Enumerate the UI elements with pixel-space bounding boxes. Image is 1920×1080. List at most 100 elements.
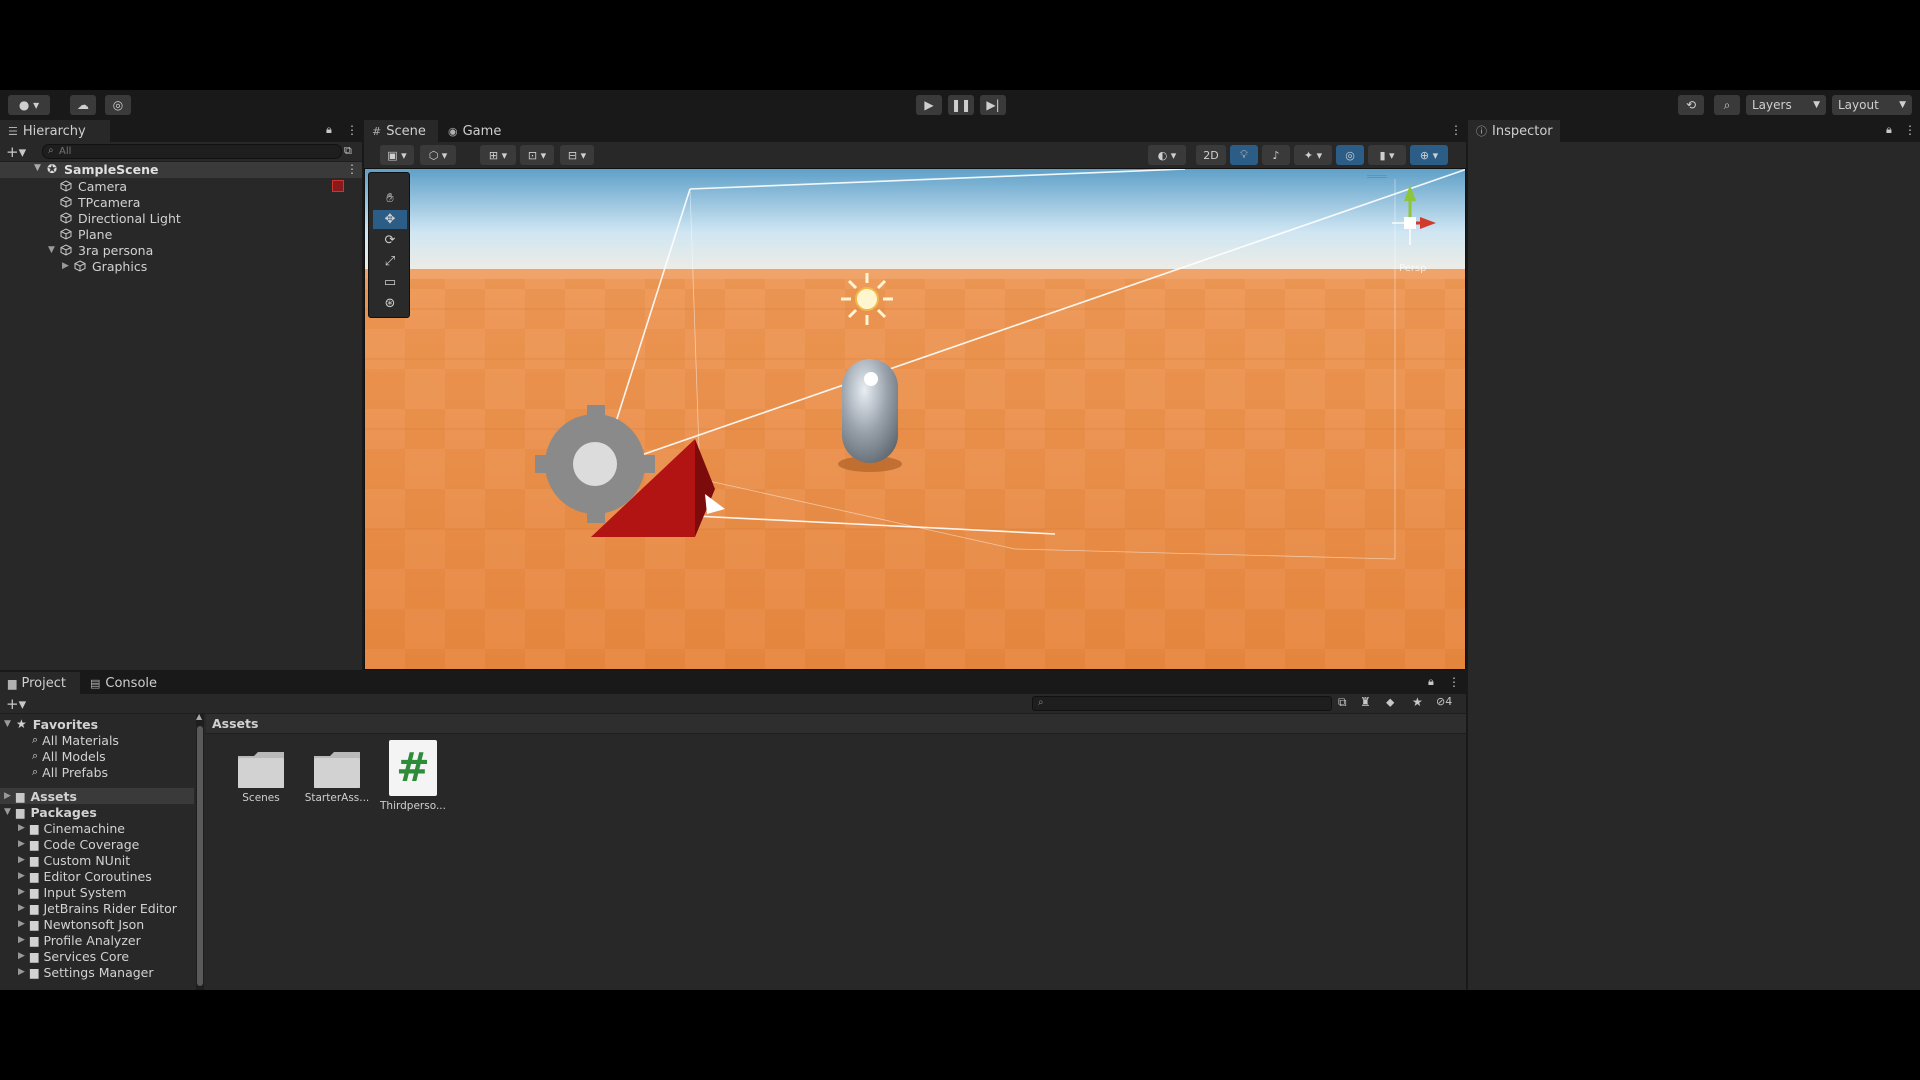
- visibility-toggle[interactable]: ◎: [1336, 145, 1364, 165]
- overlay-drag-handle[interactable]: [1367, 175, 1387, 178]
- collapse-arrow-icon[interactable]: ▶: [18, 951, 30, 961]
- expand-arrow-icon[interactable]: ▼: [34, 163, 41, 173]
- breadcrumb[interactable]: Assets: [212, 716, 258, 731]
- lock-icon[interactable]: 🔒︎: [1886, 123, 1892, 137]
- layers-dropdown[interactable]: Layers ▼: [1746, 95, 1826, 115]
- hidden-packages-toggle[interactable]: ⊘4: [1436, 695, 1452, 708]
- snap-increment-dropdown[interactable]: ⊡ ▾: [520, 145, 554, 165]
- tab-project[interactable]: ▆ Project: [0, 672, 80, 694]
- package-item[interactable]: ▶ ▆ Code Coverage: [18, 836, 139, 852]
- collapse-arrow-icon[interactable]: ▶: [4, 791, 16, 801]
- hierarchy-item-graphics[interactable]: ▶ Graphics: [62, 258, 147, 274]
- collapse-arrow-icon[interactable]: ▶: [18, 887, 30, 897]
- search-filter-icon[interactable]: ⧉: [1338, 695, 1347, 710]
- move-tool[interactable]: ✥: [373, 210, 407, 229]
- tab-hierarchy[interactable]: ☰ Hierarchy: [0, 120, 110, 142]
- package-item[interactable]: ▶ ▆ Settings Manager: [18, 964, 154, 980]
- favorites-row[interactable]: ▼ ★ Favorites: [4, 716, 98, 732]
- scale-tool[interactable]: ⤢: [373, 252, 407, 271]
- hierarchy-item-tpcamera[interactable]: TPcamera: [60, 194, 140, 210]
- hierarchy-item-3ra-persona[interactable]: ▼ 3ra persona: [48, 242, 153, 258]
- asset-item-starterassets[interactable]: StarterAss...: [302, 748, 372, 804]
- camera-settings-dropdown[interactable]: ▮ ▾: [1368, 145, 1406, 165]
- collapse-arrow-icon[interactable]: ▶: [18, 967, 30, 977]
- hand-tool[interactable]: ✋︎: [373, 189, 407, 208]
- layout-dropdown[interactable]: Layout ▼: [1832, 95, 1912, 115]
- lock-icon[interactable]: 🔒︎: [1428, 675, 1434, 689]
- favorite-all-prefabs[interactable]: ⌕ All Prefabs: [32, 764, 108, 780]
- hierarchy-search-input[interactable]: [59, 145, 319, 158]
- rotate-tool[interactable]: ⟳: [373, 231, 407, 250]
- rect-tool[interactable]: ▭: [373, 273, 407, 292]
- favorite-all-materials[interactable]: ⌕ All Materials: [32, 732, 119, 748]
- draw-mode-dropdown[interactable]: ▣ ▾: [380, 145, 414, 165]
- package-item[interactable]: ▶ ▆ Cinemachine: [18, 820, 125, 836]
- effects-dropdown[interactable]: ✦ ▾: [1294, 145, 1332, 165]
- package-item[interactable]: ▶ ▆ Newtonsoft Json: [18, 916, 144, 932]
- tab-inspector[interactable]: ⓘ Inspector: [1468, 120, 1560, 142]
- scene-row[interactable]: ▼ ✪ SampleScene ⋮: [0, 162, 362, 178]
- package-item[interactable]: ▶ ▆ Custom NUnit: [18, 852, 130, 868]
- lighting-toggle[interactable]: 💡︎: [1230, 145, 1258, 165]
- favorite-all-models[interactable]: ⌕ All Models: [32, 748, 106, 764]
- pause-button[interactable]: ❚❚: [948, 95, 974, 115]
- history-button[interactable]: ⟲: [1678, 95, 1704, 115]
- expand-arrow-icon[interactable]: ▼: [4, 719, 16, 729]
- package-item[interactable]: ▶ ▆ JetBrains Rider Editor: [18, 900, 177, 916]
- scene-viewport[interactable]: Persp ✋︎ ✥ ⟳ ⤢ ▭ ⊛: [364, 168, 1466, 670]
- packages-row[interactable]: ▼ ▆ Packages: [4, 804, 97, 820]
- package-item[interactable]: ▶ ▆ Input System: [18, 884, 126, 900]
- collapse-arrow-icon[interactable]: ▶: [62, 261, 74, 271]
- account-button[interactable]: ● ▾: [8, 95, 50, 115]
- package-item[interactable]: ▶ ▆ Profile Analyzer: [18, 932, 141, 948]
- render-mode-dropdown[interactable]: ⬡ ▾: [420, 145, 456, 165]
- hierarchy-search[interactable]: ⌕: [42, 144, 342, 159]
- gizmos-dropdown[interactable]: ⊕ ▾: [1410, 145, 1448, 165]
- collapse-arrow-icon[interactable]: ▶: [18, 839, 30, 849]
- hierarchy-item-directional-light[interactable]: Directional Light: [60, 210, 181, 226]
- more-icon[interactable]: ⋮: [1904, 123, 1916, 137]
- play-button[interactable]: ▶: [916, 95, 942, 115]
- star-icon[interactable]: ★: [1412, 695, 1423, 709]
- cloud-button[interactable]: ☁: [70, 95, 96, 115]
- collab-button[interactable]: ◎: [105, 95, 131, 115]
- add-icon[interactable]: +▾: [6, 695, 26, 713]
- scene-filter-icon[interactable]: ⧉: [344, 144, 352, 158]
- projection-label[interactable]: Persp: [1399, 263, 1427, 274]
- package-item[interactable]: ▶ ▆ Services Core: [18, 948, 129, 964]
- collapse-arrow-icon[interactable]: ▶: [18, 855, 30, 865]
- hierarchy-item-plane[interactable]: Plane: [60, 226, 112, 242]
- transform-tool[interactable]: ⊛: [373, 294, 407, 313]
- project-search[interactable]: ⌕: [1032, 696, 1332, 711]
- asset-item-scenes[interactable]: Scenes: [226, 748, 296, 804]
- collapse-arrow-icon[interactable]: ▶: [18, 919, 30, 929]
- toggle-2d-button[interactable]: 2D: [1196, 145, 1226, 165]
- folder-tree-scrollbar[interactable]: ▲: [196, 712, 204, 990]
- hierarchy-item-camera[interactable]: Camera: [60, 178, 127, 194]
- grid-snap-dropdown[interactable]: ⊞ ▾: [480, 145, 516, 165]
- collapse-arrow-icon[interactable]: ▶: [18, 871, 30, 881]
- expand-arrow-icon[interactable]: ▼: [48, 245, 60, 255]
- more-icon[interactable]: ⋮: [346, 123, 358, 137]
- more-icon[interactable]: ⋮: [1448, 675, 1460, 689]
- search-button[interactable]: ⌕: [1714, 95, 1740, 115]
- lock-icon[interactable]: 🔒︎: [326, 123, 332, 137]
- tab-console[interactable]: ▤ Console: [82, 672, 166, 694]
- type-filter-icon[interactable]: ♜: [1360, 695, 1371, 709]
- scroll-up-icon[interactable]: ▲: [196, 712, 202, 721]
- expand-arrow-icon[interactable]: ▼: [4, 807, 16, 817]
- label-filter-icon[interactable]: ⬥: [1386, 695, 1394, 710]
- more-icon[interactable]: ⋮: [1450, 123, 1462, 137]
- audio-toggle[interactable]: ♪: [1262, 145, 1290, 165]
- collapse-arrow-icon[interactable]: ▶: [18, 903, 30, 913]
- add-icon[interactable]: +▾: [6, 143, 26, 161]
- scrollbar-thumb[interactable]: [197, 726, 203, 986]
- collapse-arrow-icon[interactable]: ▶: [18, 823, 30, 833]
- package-item[interactable]: ▶ ▆ Editor Coroutines: [18, 868, 152, 884]
- shading-dropdown[interactable]: ◐ ▾: [1148, 145, 1186, 165]
- align-dropdown[interactable]: ⊟ ▾: [560, 145, 594, 165]
- step-button[interactable]: ▶|: [980, 95, 1006, 115]
- collapse-arrow-icon[interactable]: ▶: [18, 935, 30, 945]
- assets-root-item[interactable]: ▶ ▆ Assets: [4, 788, 77, 804]
- more-icon[interactable]: ⋮: [346, 162, 358, 176]
